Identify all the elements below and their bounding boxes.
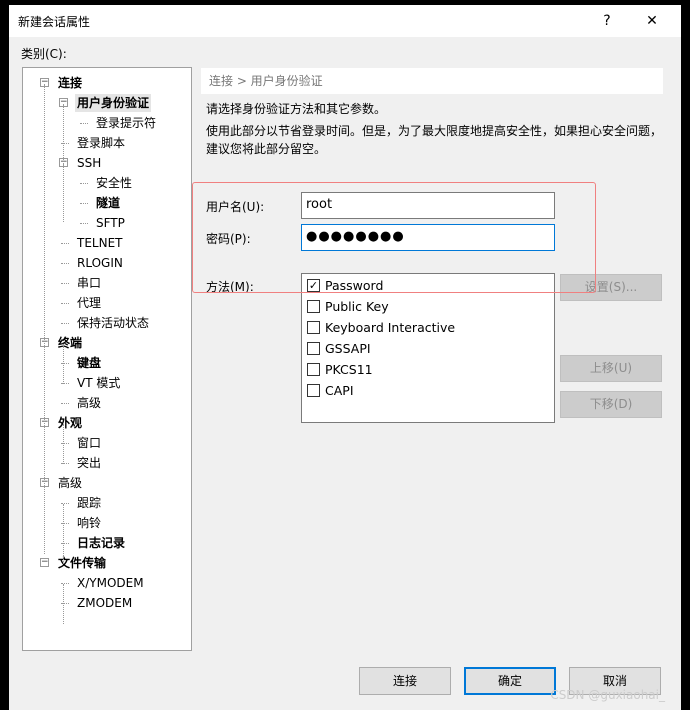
password-label: 密码(P): (206, 232, 251, 246)
category-label: 类别(C): (21, 47, 67, 61)
password-input[interactable]: ●●●●●●●● (301, 224, 555, 251)
checkbox-icon[interactable] (307, 341, 320, 355)
method-list[interactable]: ✓ Password Public Key Keyboard Interactive G… (301, 273, 555, 423)
tree-item[interactable]: 用户身份验证 (75, 94, 152, 112)
tree-item[interactable]: SSH (75, 154, 103, 172)
tree-item[interactable]: TELNET (75, 234, 125, 252)
help-button[interactable]: ? (592, 9, 622, 33)
tree-line (80, 183, 88, 184)
method-item[interactable]: PKCS11 (307, 360, 373, 378)
checkbox-icon[interactable] (307, 383, 320, 397)
checkbox-icon[interactable] (307, 320, 320, 334)
method-item[interactable]: Keyboard Interactive (307, 318, 455, 336)
tree-item[interactable]: 外观 (56, 414, 84, 432)
tree-line (80, 203, 88, 204)
tree-line (61, 243, 69, 244)
tree-item[interactable]: 突出 (75, 454, 103, 472)
tree-line (44, 84, 45, 554)
tree-item[interactable]: ZMODEM (75, 594, 134, 612)
method-item-label: Keyboard Interactive (325, 319, 456, 335)
tree-line (80, 223, 88, 224)
tree-item[interactable]: 日志记录 (75, 534, 127, 552)
method-item[interactable]: CAPI (307, 381, 354, 399)
tree-line (63, 344, 64, 384)
checkbox-icon[interactable]: ✓ (307, 278, 320, 292)
dialog-title: 新建会话属性 (18, 15, 91, 29)
tree-item[interactable]: 串口 (75, 274, 103, 292)
watermark: CSDN @guxiaohai_ (550, 688, 665, 702)
username-input[interactable]: root (301, 192, 555, 219)
ok-button[interactable]: 确定 (464, 667, 556, 695)
checkbox-icon[interactable] (307, 362, 320, 376)
move-down-button[interactable]: 下移(D) (560, 391, 662, 418)
tree-item[interactable]: 登录提示符 (94, 114, 158, 132)
method-item[interactable]: ✓ Password (307, 276, 383, 294)
tree-item[interactable]: SFTP (94, 214, 127, 232)
tree-item[interactable]: 高级 (75, 394, 103, 412)
tree-item[interactable]: 终端 (56, 334, 84, 352)
method-item-label: PKCS11 (325, 361, 373, 377)
method-item[interactable]: Public Key (307, 297, 389, 315)
tree-item[interactable]: RLOGIN (75, 254, 125, 272)
tree-item[interactable]: 代理 (75, 294, 103, 312)
tree-line (61, 283, 69, 284)
tree-line (61, 403, 69, 404)
tree-line (63, 504, 64, 564)
tree-line (61, 263, 69, 264)
tree-item[interactable]: 连接 (56, 74, 84, 92)
title-bar: 新建会话属性 ? ✕ (9, 5, 681, 37)
method-label: 方法(M): (206, 280, 254, 294)
tree-line (63, 164, 64, 222)
tree-line (80, 123, 88, 124)
tree-line (61, 323, 69, 324)
tree-item[interactable]: 保持活动状态 (75, 314, 151, 332)
method-item-label: GSSAPI (325, 340, 371, 356)
description-3: 建议您将此部分留空。 (206, 142, 327, 156)
method-item-label: Password (325, 277, 384, 293)
description-1: 请选择身份验证方法和其它参数。 (206, 102, 387, 116)
tree-item[interactable]: 跟踪 (75, 494, 103, 512)
tree-item[interactable]: 隧道 (94, 194, 122, 212)
tree-item[interactable]: VT 模式 (75, 374, 122, 392)
tree-item[interactable]: 安全性 (94, 174, 134, 192)
tree-line (61, 303, 69, 304)
tree-item[interactable]: 登录脚本 (75, 134, 127, 152)
breadcrumb: 连接 > 用户身份验证 (201, 68, 663, 94)
tree-item[interactable]: 窗口 (75, 434, 103, 452)
expander-icon[interactable]: − (40, 558, 49, 567)
tree-item[interactable]: X/YMODEM (75, 574, 146, 592)
move-up-button[interactable]: 上移(U) (560, 355, 662, 382)
tree-item[interactable]: 高级 (56, 474, 84, 492)
method-item-label: CAPI (325, 382, 354, 398)
method-item[interactable]: GSSAPI (307, 339, 371, 357)
settings-button[interactable]: 设置(S)... (560, 274, 662, 301)
session-properties-dialog: 新建会话属性 ? ✕ 类别(C): − 连接 − 用户身份验证 登录提示符 登录脚本 − SS… (9, 5, 681, 710)
tree-item[interactable]: 键盘 (75, 354, 103, 372)
tree-item[interactable]: 响铃 (75, 514, 103, 532)
close-button[interactable]: ✕ (637, 9, 667, 33)
method-item-label: Public Key (325, 298, 389, 314)
tree-line (63, 424, 64, 464)
username-label: 用户名(U): (206, 200, 265, 214)
checkbox-icon[interactable] (307, 299, 320, 313)
tree-line (63, 584, 64, 624)
connect-button[interactable]: 连接 (359, 667, 451, 695)
description-2: 使用此部分以节省登录时间。但是，为了最大限度地提高安全性，如果担心安全问题， (206, 124, 663, 138)
category-tree[interactable]: − 连接 − 用户身份验证 登录提示符 登录脚本 − SSH 安全性 隧道 SFTP TELNET RL… (22, 67, 192, 651)
